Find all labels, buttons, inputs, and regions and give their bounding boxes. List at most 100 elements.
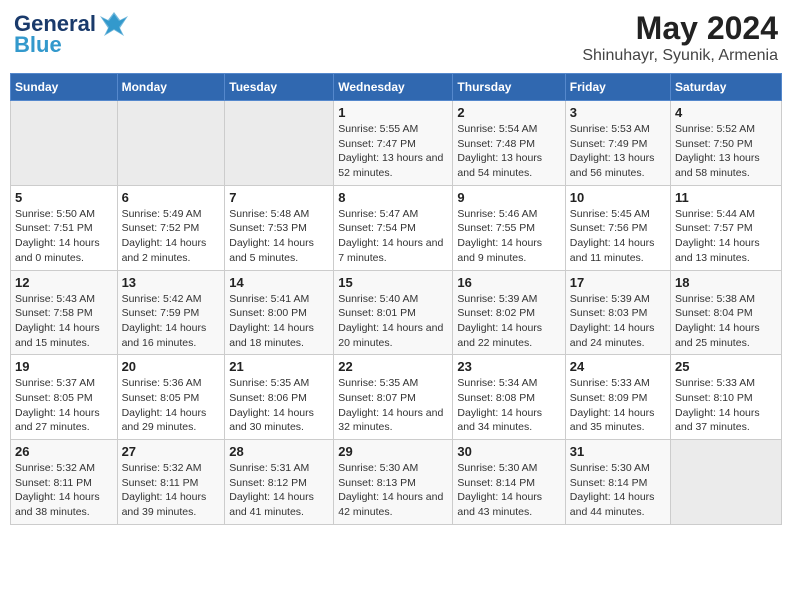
cell-sun-info: Sunrise: 5:54 AMSunset: 7:48 PMDaylight:… (457, 122, 560, 181)
cell-day-number: 12 (15, 275, 113, 290)
cell-sun-info: Sunrise: 5:53 AMSunset: 7:49 PMDaylight:… (570, 122, 666, 181)
cell-day-number: 31 (570, 444, 666, 459)
calendar-cell: 15Sunrise: 5:40 AMSunset: 8:01 PMDayligh… (334, 270, 453, 355)
cell-day-number: 2 (457, 105, 560, 120)
cell-day-number: 17 (570, 275, 666, 290)
calendar-cell: 1 Sunrise: 5:55 AMSunset: 7:47 PMDaylight… (334, 101, 453, 186)
calendar-cell: 31 Sunrise: 5:30 AMSunset: 8:14 PMDayligh… (565, 440, 670, 525)
cell-day-number: 28 (229, 444, 329, 459)
calendar-cell: 17 Sunrise: 5:39 AMSunset: 8:03 PMDayligh… (565, 270, 670, 355)
cell-sun-info: Sunrise: 5:39 AMSunset: 8:03 PMDaylight:… (570, 292, 666, 351)
calendar-cell: 29 Sunrise: 5:30 AMSunset: 8:13 PMDayligh… (334, 440, 453, 525)
cell-sun-info: Sunrise: 5:35 AMSunset: 8:06 PMDaylight:… (229, 376, 329, 435)
calendar-cell: 21 Sunrise: 5:35 AMSunset: 8:06 PMDayligh… (225, 355, 334, 440)
calendar-cell: 22Sunrise: 5:35 AMSunset: 8:07 PMDayligh… (334, 355, 453, 440)
logo: General Blue (14, 10, 128, 58)
calendar-cell: 4 Sunrise: 5:52 AMSunset: 7:50 PMDaylight… (671, 101, 782, 186)
cell-sun-info: Sunrise: 5:31 AMSunset: 8:12 PMDaylight:… (229, 461, 329, 520)
calendar-cell: 18 Sunrise: 5:38 AMSunset: 8:04 PMDayligh… (671, 270, 782, 355)
calendar-cell: 12 Sunrise: 5:43 AMSunset: 7:58 PMDayligh… (11, 270, 118, 355)
cell-sun-info: Sunrise: 5:44 AMSunset: 7:57 PMDaylight:… (675, 207, 777, 266)
calendar-cell (11, 101, 118, 186)
calendar-cell: 24 Sunrise: 5:33 AMSunset: 8:09 PMDayligh… (565, 355, 670, 440)
calendar-cell: 2 Sunrise: 5:54 AMSunset: 7:48 PMDaylight… (453, 101, 565, 186)
calendar-week-row: 1 Sunrise: 5:55 AMSunset: 7:47 PMDaylight… (11, 101, 782, 186)
calendar-cell: 8Sunrise: 5:47 AMSunset: 7:54 PMDaylight… (334, 185, 453, 270)
calendar-cell: 16Sunrise: 5:39 AMSunset: 8:02 PMDayligh… (453, 270, 565, 355)
calendar-cell: 30 Sunrise: 5:30 AMSunset: 8:14 PMDayligh… (453, 440, 565, 525)
weekday-header-wednesday: Wednesday (334, 74, 453, 101)
cell-day-number: 18 (675, 275, 777, 290)
calendar-cell: 19 Sunrise: 5:37 AMSunset: 8:05 PMDayligh… (11, 355, 118, 440)
cell-sun-info: Sunrise: 5:37 AMSunset: 8:05 PMDaylight:… (15, 376, 113, 435)
cell-day-number: 4 (675, 105, 777, 120)
calendar-cell: 10 Sunrise: 5:45 AMSunset: 7:56 PMDayligh… (565, 185, 670, 270)
cell-sun-info: Sunrise: 5:48 AMSunset: 7:53 PMDaylight:… (229, 207, 329, 266)
cell-sun-info: Sunrise: 5:39 AMSunset: 8:02 PMDaylight:… (457, 292, 560, 351)
cell-day-number: 20 (122, 359, 221, 374)
weekday-header-thursday: Thursday (453, 74, 565, 101)
calendar-header: SundayMondayTuesdayWednesdayThursdayFrid… (11, 74, 782, 101)
cell-day-number: 29 (338, 444, 448, 459)
logo-bird-icon (100, 10, 128, 38)
cell-day-number: 5 (15, 190, 113, 205)
cell-day-number: 26 (15, 444, 113, 459)
cell-sun-info: Sunrise: 5:32 AMSunset: 8:11 PMDaylight:… (15, 461, 113, 520)
cell-day-number: 7 (229, 190, 329, 205)
calendar-cell: 9Sunrise: 5:46 AMSunset: 7:55 PMDaylight… (453, 185, 565, 270)
cell-day-number: 13 (122, 275, 221, 290)
cell-sun-info: Sunrise: 5:32 AMSunset: 8:11 PMDaylight:… (122, 461, 221, 520)
calendar-week-row: 19 Sunrise: 5:37 AMSunset: 8:05 PMDayligh… (11, 355, 782, 440)
calendar-week-row: 5Sunrise: 5:50 AMSunset: 7:51 PMDaylight… (11, 185, 782, 270)
cell-sun-info: Sunrise: 5:43 AMSunset: 7:58 PMDaylight:… (15, 292, 113, 351)
calendar-cell: 7 Sunrise: 5:48 AMSunset: 7:53 PMDaylight… (225, 185, 334, 270)
calendar-cell (671, 440, 782, 525)
cell-day-number: 30 (457, 444, 560, 459)
page-header: General Blue May 2024 Shinuhayr, Syunik,… (10, 10, 782, 65)
cell-day-number: 14 (229, 275, 329, 290)
cell-sun-info: Sunrise: 5:30 AMSunset: 8:14 PMDaylight:… (570, 461, 666, 520)
cell-sun-info: Sunrise: 5:46 AMSunset: 7:55 PMDaylight:… (457, 207, 560, 266)
calendar-cell (225, 101, 334, 186)
cell-sun-info: Sunrise: 5:33 AMSunset: 8:10 PMDaylight:… (675, 376, 777, 435)
weekday-header-row: SundayMondayTuesdayWednesdayThursdayFrid… (11, 74, 782, 101)
cell-sun-info: Sunrise: 5:33 AMSunset: 8:09 PMDaylight:… (570, 376, 666, 435)
cell-day-number: 27 (122, 444, 221, 459)
calendar-week-row: 26 Sunrise: 5:32 AMSunset: 8:11 PMDayligh… (11, 440, 782, 525)
calendar-cell: 28 Sunrise: 5:31 AMSunset: 8:12 PMDayligh… (225, 440, 334, 525)
cell-day-number: 22 (338, 359, 448, 374)
weekday-header-tuesday: Tuesday (225, 74, 334, 101)
cell-day-number: 1 (338, 105, 448, 120)
cell-sun-info: Sunrise: 5:55 AMSunset: 7:47 PMDaylight:… (338, 122, 448, 181)
calendar-cell: 6Sunrise: 5:49 AMSunset: 7:52 PMDaylight… (117, 185, 225, 270)
calendar-title: May 2024 (582, 10, 778, 47)
calendar-cell: 11 Sunrise: 5:44 AMSunset: 7:57 PMDayligh… (671, 185, 782, 270)
weekday-header-friday: Friday (565, 74, 670, 101)
cell-sun-info: Sunrise: 5:41 AMSunset: 8:00 PMDaylight:… (229, 292, 329, 351)
cell-sun-info: Sunrise: 5:42 AMSunset: 7:59 PMDaylight:… (122, 292, 221, 351)
cell-sun-info: Sunrise: 5:52 AMSunset: 7:50 PMDaylight:… (675, 122, 777, 181)
cell-day-number: 10 (570, 190, 666, 205)
calendar-table: SundayMondayTuesdayWednesdayThursdayFrid… (10, 73, 782, 525)
calendar-cell: 14 Sunrise: 5:41 AMSunset: 8:00 PMDayligh… (225, 270, 334, 355)
cell-day-number: 11 (675, 190, 777, 205)
calendar-subtitle: Shinuhayr, Syunik, Armenia (582, 47, 778, 65)
calendar-cell: 13 Sunrise: 5:42 AMSunset: 7:59 PMDayligh… (117, 270, 225, 355)
cell-sun-info: Sunrise: 5:45 AMSunset: 7:56 PMDaylight:… (570, 207, 666, 266)
cell-sun-info: Sunrise: 5:30 AMSunset: 8:14 PMDaylight:… (457, 461, 560, 520)
calendar-cell: 23Sunrise: 5:34 AMSunset: 8:08 PMDayligh… (453, 355, 565, 440)
weekday-header-monday: Monday (117, 74, 225, 101)
cell-sun-info: Sunrise: 5:38 AMSunset: 8:04 PMDaylight:… (675, 292, 777, 351)
calendar-cell: 25Sunrise: 5:33 AMSunset: 8:10 PMDayligh… (671, 355, 782, 440)
cell-sun-info: Sunrise: 5:30 AMSunset: 8:13 PMDaylight:… (338, 461, 448, 520)
cell-day-number: 24 (570, 359, 666, 374)
cell-day-number: 3 (570, 105, 666, 120)
cell-sun-info: Sunrise: 5:36 AMSunset: 8:05 PMDaylight:… (122, 376, 221, 435)
calendar-cell: 3 Sunrise: 5:53 AMSunset: 7:49 PMDaylight… (565, 101, 670, 186)
calendar-cell (117, 101, 225, 186)
cell-day-number: 19 (15, 359, 113, 374)
cell-day-number: 21 (229, 359, 329, 374)
cell-day-number: 23 (457, 359, 560, 374)
weekday-header-sunday: Sunday (11, 74, 118, 101)
calendar-body: 1 Sunrise: 5:55 AMSunset: 7:47 PMDaylight… (11, 101, 782, 525)
